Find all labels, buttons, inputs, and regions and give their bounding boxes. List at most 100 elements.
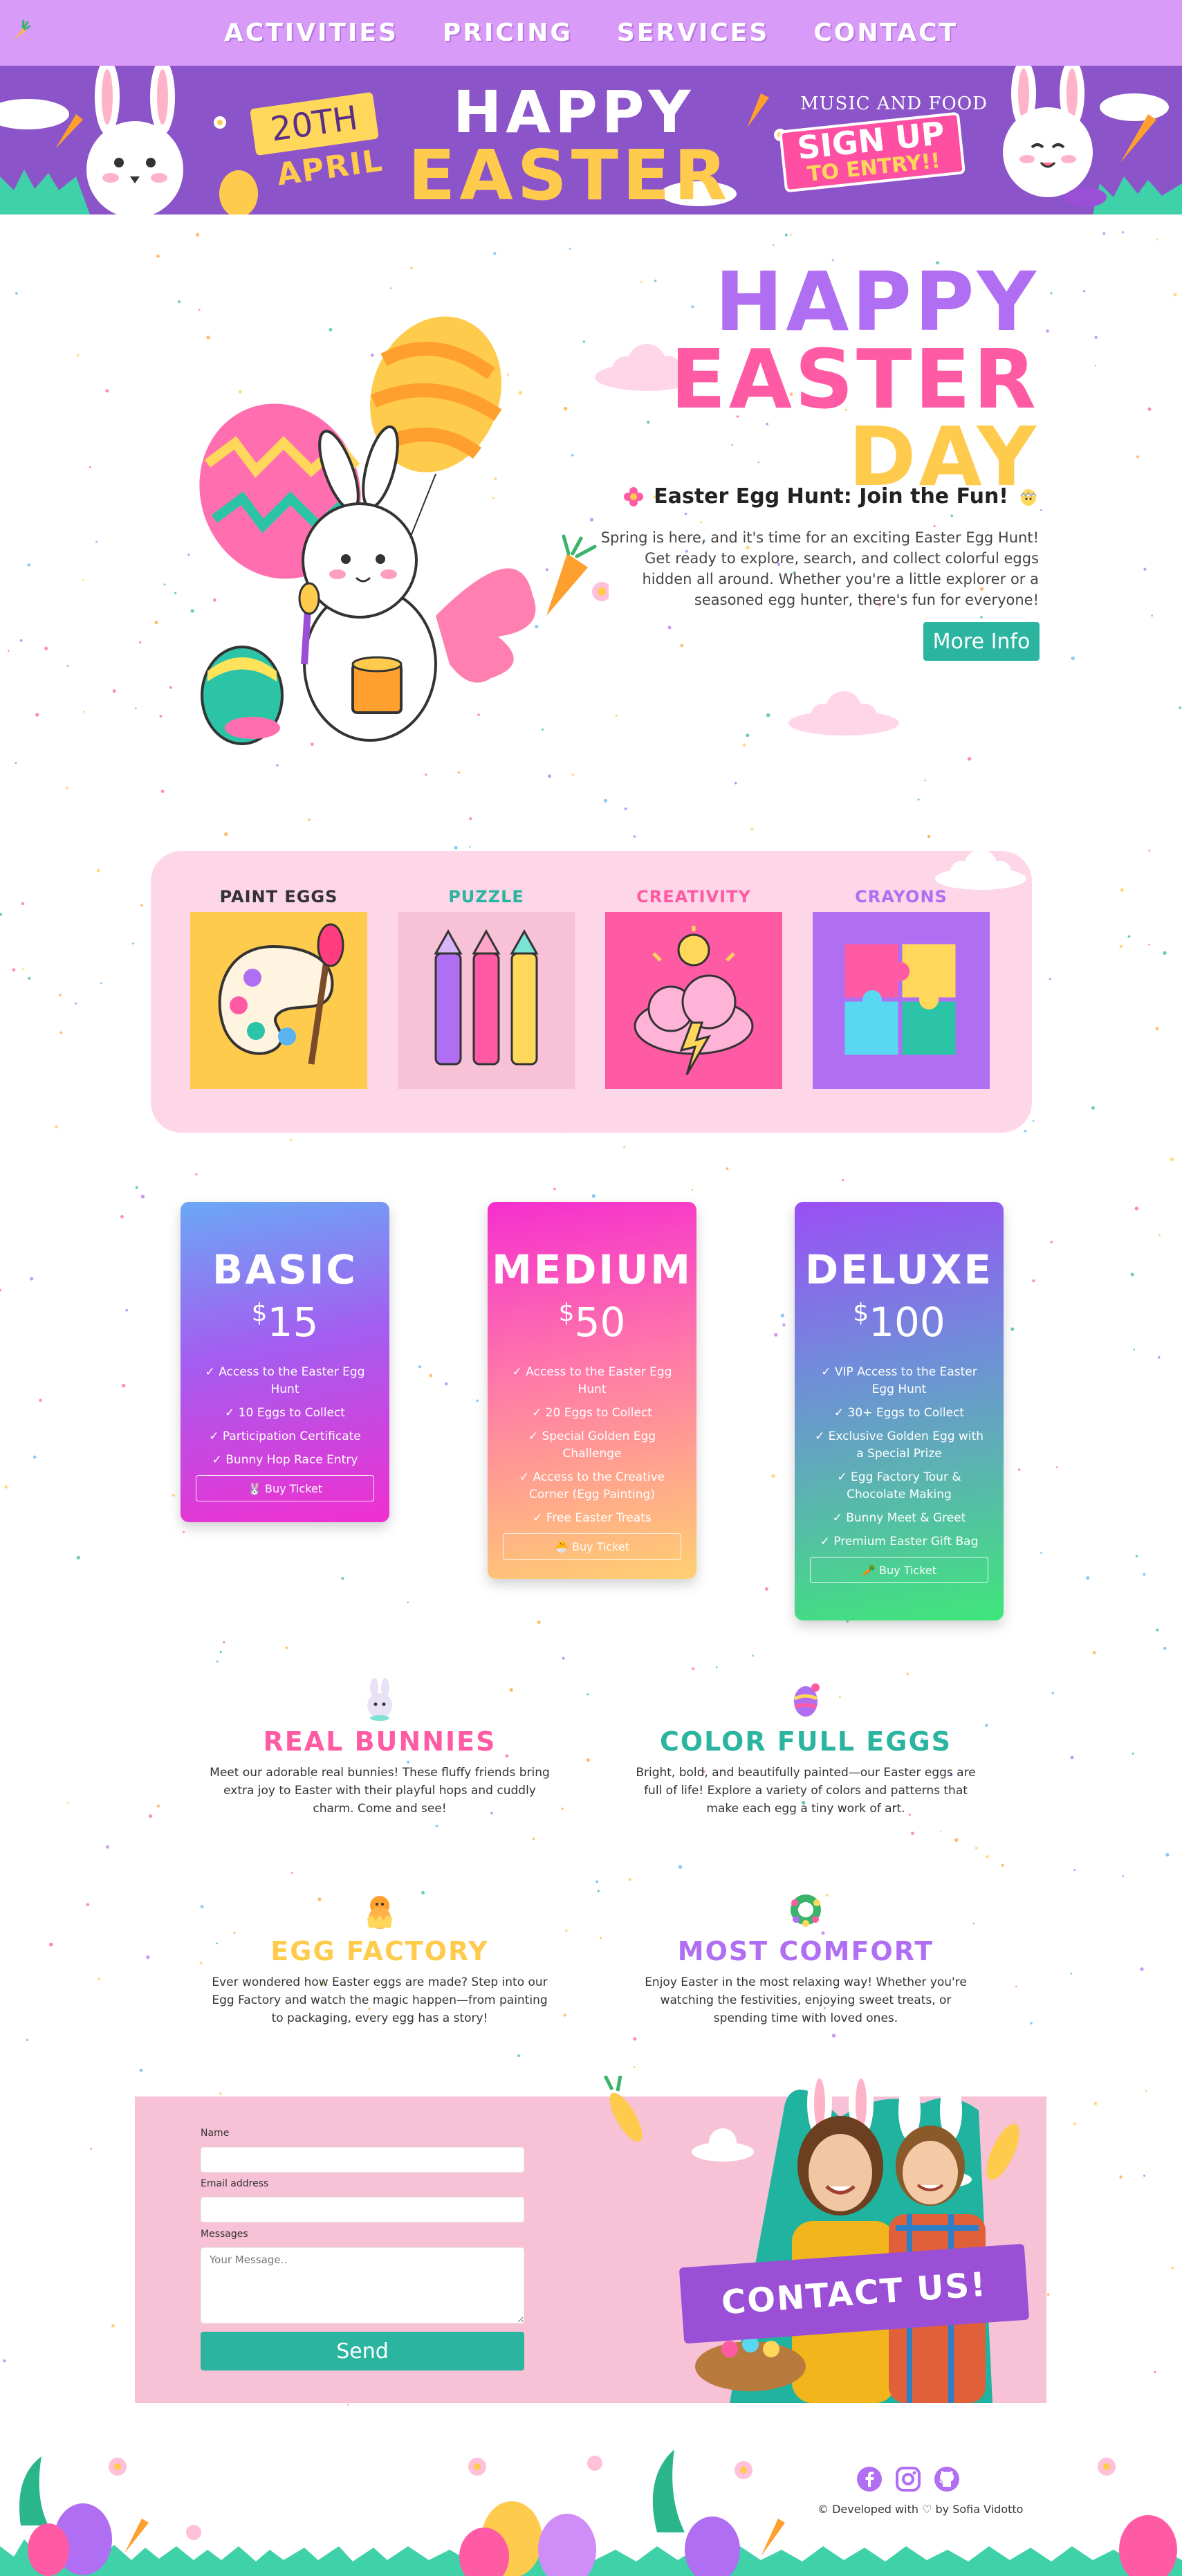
plan-name: MEDIUM — [492, 1246, 692, 1293]
puzzle-icon — [813, 912, 990, 1089]
plan-name: BASIC — [212, 1246, 358, 1293]
currency-symbol: $ — [251, 1299, 268, 1327]
email-field[interactable] — [201, 2197, 524, 2222]
plan-feature: ✓ Free Easter Treats — [533, 1511, 652, 1525]
carrot-logo-icon[interactable] — [10, 19, 30, 43]
plan-name: DELUXE — [804, 1246, 994, 1293]
hero-subtitle: Easter Egg Hunt: Join the Fun! — [654, 484, 1008, 509]
nav-links: ACTIVITIES PRICING SERVICES CONTACT — [224, 19, 958, 47]
message-field[interactable] — [201, 2247, 524, 2323]
plan-feature: ✓ 20 Eggs to Collect — [532, 1406, 652, 1420]
feature-text: Meet our adorable real bunnies! These fl… — [210, 1766, 550, 1816]
contact-section: Name Email address Messages Send CONTACT… — [135, 2076, 1046, 2403]
github-icon[interactable] — [934, 2466, 960, 2492]
activity-crayons[interactable]: CRAYONS — [813, 887, 990, 1092]
palette-icon — [190, 912, 367, 1089]
feature-title: EGG FACTORY — [270, 1936, 489, 1966]
cloud-decoration — [788, 691, 899, 736]
plan-feature: ✓ Bunny Hop Race Entry — [212, 1453, 358, 1467]
send-button[interactable]: Send — [201, 2332, 524, 2371]
pricing-card-medium: MEDIUM $50 ✓ Access to the Easter Egg Hu… — [488, 1202, 696, 1579]
instagram-icon[interactable] — [895, 2466, 921, 2492]
cloud-decoration — [935, 850, 1026, 890]
feature-title: COLOR FULL EGGS — [659, 1726, 952, 1757]
banner-tagline: MUSIC AND FOOD — [800, 93, 988, 114]
banner-title-easter: EASTER — [408, 135, 732, 214]
hero-title: HAPPY EASTER DAY — [670, 254, 1039, 497]
nav-services[interactable]: SERVICES — [617, 19, 769, 47]
facebook-icon[interactable] — [856, 2466, 883, 2492]
buy-ticket-button[interactable]: 🐰 Buy Ticket — [196, 1475, 374, 1501]
price-value: 100 — [869, 1299, 945, 1346]
bunny-eggs-illustration — [199, 316, 536, 745]
plan-feature: ✓ Egg Factory Tour & Chocolate Making — [837, 1470, 961, 1501]
activity-label: PUZZLE — [448, 887, 524, 906]
plan-price: $15 — [181, 1299, 389, 1346]
currency-symbol: $ — [558, 1299, 575, 1327]
feature-text: Enjoy Easter in the most relaxing way! W… — [645, 1975, 967, 2025]
contact-photo-illustration — [603, 2076, 1019, 2403]
top-nav: ACTIVITIES PRICING SERVICES CONTACT — [0, 0, 1182, 66]
hero-title-happy: HAPPY — [714, 254, 1039, 349]
plan-feature: ✓ Participation Certificate — [209, 1429, 361, 1443]
feature-egg-factory: EGG FACTORY Ever wondered how Easter egg… — [200, 1888, 560, 2027]
more-info-button[interactable]: More Info — [923, 622, 1040, 661]
activity-label: CRAYONS — [855, 887, 948, 906]
activity-paint-eggs[interactable]: PAINT EGGS — [190, 887, 367, 1092]
nav-pricing[interactable]: PRICING — [443, 19, 573, 47]
plan-feature: ✓ Bunny Meet & Greet — [832, 1511, 966, 1525]
easter-banner: 20TH APRIL HAPPY EASTER MUSIC AND FOOD S… — [0, 66, 1182, 214]
feature-colorful-eggs: COLOR FULL EGGS Bright, bold, and beauti… — [626, 1678, 986, 1818]
plan-feature: ✓ 10 Eggs to Collect — [225, 1406, 345, 1420]
social-links — [856, 2466, 960, 2492]
plan-features: ✓ Access to the Easter Egg Hunt ✓ 20 Egg… — [488, 1364, 696, 1527]
price-value: 15 — [267, 1299, 319, 1346]
feature-most-comfort: MOST COMFORT Enjoy Easter in the most re… — [626, 1888, 986, 2027]
feature-text: Bright, bold, and beautifully painted—ou… — [636, 1766, 976, 1816]
egg-icon — [793, 1683, 820, 1717]
name-field[interactable] — [201, 2147, 524, 2173]
plan-feature: ✓ Exclusive Golden Egg with a Special Pr… — [814, 1429, 984, 1461]
crayons-icon — [398, 912, 575, 1089]
activity-label: PAINT EGGS — [219, 887, 338, 906]
message-label: Messages — [201, 2229, 248, 2240]
lightbulb-cloud-icon — [605, 912, 782, 1089]
chick-icon — [367, 1896, 392, 1929]
nav-contact[interactable]: CONTACT — [813, 19, 958, 47]
plan-features: ✓ VIP Access to the Easter Egg Hunt ✓ 30… — [795, 1364, 1004, 1551]
plan-features: ✓ Access to the Easter Egg Hunt ✓ 10 Egg… — [181, 1364, 389, 1469]
hero-title-easter: EASTER — [670, 331, 1039, 428]
chick-icon — [1020, 488, 1037, 506]
hero-subtitle-row: Easter Egg Hunt: Join the Fun! — [623, 484, 1039, 509]
pricing-card-deluxe: DELUXE $100 ✓ VIP Access to the Easter E… — [795, 1202, 1004, 1620]
price-value: 50 — [574, 1299, 626, 1346]
plan-feature: ✓ 30+ Eggs to Collect — [833, 1406, 965, 1420]
contact-us-text: CONTACT US! — [720, 2265, 988, 2323]
feature-title: MOST COMFORT — [677, 1936, 934, 1966]
nav-activities[interactable]: ACTIVITIES — [224, 19, 398, 47]
feature-text: Ever wondered how Easter eggs are made? … — [212, 1975, 548, 2025]
plan-feature: ✓ Access to the Easter Egg Hunt — [512, 1365, 672, 1396]
feature-real-bunnies: REAL BUNNIES Meet our adorable real bunn… — [200, 1678, 560, 1818]
pricing-card-basic: BASIC $15 ✓ Access to the Easter Egg Hun… — [181, 1202, 389, 1522]
plan-price: $50 — [488, 1299, 696, 1346]
flower-icon — [624, 486, 644, 506]
bunny-icon — [367, 1678, 392, 1721]
buy-ticket-button[interactable]: 🐣 Buy Ticket — [503, 1533, 681, 1560]
plan-price: $100 — [795, 1299, 1004, 1346]
plan-feature: ✓ Premium Easter Gift Bag — [820, 1535, 979, 1549]
activity-label: CREATIVITY — [636, 887, 751, 906]
activity-creativity[interactable]: CREATIVITY — [605, 887, 782, 1092]
email-label: Email address — [201, 2178, 269, 2189]
currency-symbol: $ — [853, 1299, 869, 1327]
name-label: Name — [201, 2128, 230, 2139]
plan-feature: ✓ Special Golden Egg Challenge — [528, 1429, 656, 1461]
wreath-icon — [791, 1894, 821, 1927]
plan-feature: ✓ VIP Access to the Easter Egg Hunt — [821, 1365, 977, 1396]
buy-ticket-button[interactable]: 🥕 Buy Ticket — [810, 1557, 988, 1583]
footer-credit: © Developed with ♡ by Sofia Vidotto — [818, 2503, 1024, 2516]
activities-section: PAINT EGGS PUZZLE CREATIVITY CRAYONS — [151, 850, 1032, 1133]
activity-puzzle[interactable]: PUZZLE — [398, 887, 575, 1092]
hero-description: Spring is here, and it's time for an exc… — [600, 529, 1039, 608]
feature-title: REAL BUNNIES — [263, 1726, 497, 1757]
